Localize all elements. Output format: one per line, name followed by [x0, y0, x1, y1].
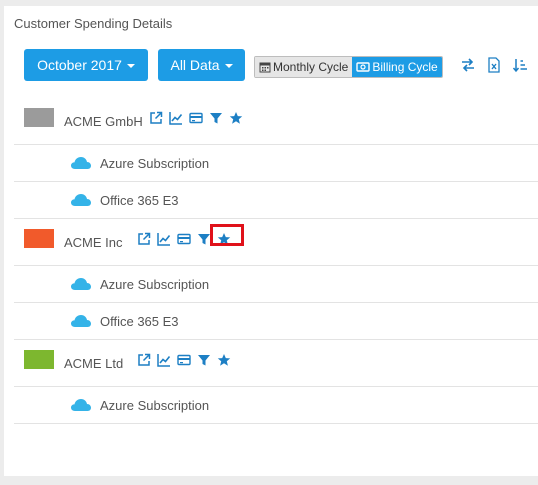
subscription-name: Office 365 E3: [100, 314, 179, 329]
excel-export-icon[interactable]: [486, 57, 502, 73]
subscription-row[interactable]: Office 365 E3: [14, 303, 538, 340]
filter-icon[interactable]: [197, 353, 211, 367]
line-chart-icon[interactable]: [157, 232, 171, 246]
customer-name: ACME Ltd: [64, 356, 124, 371]
panel-title: Customer Spending Details: [14, 16, 173, 31]
subscription-row[interactable]: Azure Subscription: [14, 145, 538, 182]
star-icon[interactable]: [217, 353, 231, 367]
monthly-cycle-button[interactable]: Monthly Cycle: [255, 57, 353, 77]
period-dropdown-label: October 2017: [37, 57, 122, 73]
customer-color-swatch: [24, 350, 54, 369]
azure-cloud-icon: [71, 278, 91, 290]
cycle-toggle: Monthly Cycle Billing Cycle: [254, 56, 443, 78]
customer-name: ACME Inc: [64, 235, 123, 250]
external-link-icon[interactable]: [137, 353, 151, 367]
customer-row: ACME Ltd: [14, 340, 538, 387]
period-dropdown[interactable]: October 2017: [24, 49, 148, 81]
customer-actions: [149, 111, 243, 125]
customer-name: ACME GmbH: [64, 114, 143, 129]
calendar-icon: [259, 62, 271, 73]
billing-cycle-button[interactable]: Billing Cycle: [352, 57, 442, 77]
subscription-row[interactable]: Azure Subscription: [14, 387, 538, 424]
caret-down-icon: [126, 64, 135, 68]
customer-row: ACME Inc: [14, 219, 538, 266]
customer-actions: [137, 224, 244, 246]
caret-down-icon: [224, 64, 233, 68]
line-chart-icon[interactable]: [157, 353, 171, 367]
azure-cloud-icon: [71, 157, 91, 169]
customer-list: ACME GmbH Azure Subscription Office 365 E3…: [14, 98, 538, 424]
credit-card-icon[interactable]: [189, 111, 203, 125]
data-filter-dropdown[interactable]: All Data: [158, 49, 245, 81]
subscription-row[interactable]: Azure Subscription: [14, 266, 538, 303]
subscription-name: Azure Subscription: [100, 156, 210, 171]
customer-actions: [137, 353, 231, 367]
customer-color-swatch: [24, 108, 54, 127]
data-filter-dropdown-label: All Data: [170, 57, 220, 73]
toolbar: October 2017 All Data Monthly Cycle Bill…: [24, 49, 538, 81]
external-link-icon[interactable]: [137, 232, 151, 246]
filter-icon[interactable]: [209, 111, 223, 125]
monthly-cycle-label: Monthly Cycle: [273, 60, 349, 74]
credit-card-icon[interactable]: [177, 353, 191, 367]
customer-row: ACME GmbH: [14, 98, 538, 145]
external-link-icon[interactable]: [149, 111, 163, 125]
billing-cycle-label: Billing Cycle: [372, 60, 438, 74]
subscription-name: Office 365 E3: [100, 193, 179, 208]
swap-icon[interactable]: [460, 57, 476, 73]
credit-card-icon[interactable]: [177, 232, 191, 246]
azure-cloud-icon: [71, 194, 91, 206]
customer-spending-panel: Customer Spending Details October 2017 A…: [4, 6, 538, 476]
azure-cloud-icon: [71, 315, 91, 327]
subscription-name: Azure Subscription: [100, 398, 210, 413]
money-bill-icon: [356, 62, 371, 72]
star-icon[interactable]: [229, 111, 243, 125]
subscription-row[interactable]: Office 365 E3: [14, 182, 538, 219]
line-chart-icon[interactable]: [169, 111, 183, 125]
star-icon[interactable]: [217, 232, 231, 246]
customer-color-swatch: [24, 229, 54, 248]
subscription-name: Azure Subscription: [100, 277, 210, 292]
sort-icon[interactable]: [512, 57, 528, 73]
azure-cloud-icon: [71, 399, 91, 411]
filter-icon[interactable]: [197, 232, 211, 246]
favorite-star-highlighted[interactable]: [210, 224, 244, 246]
